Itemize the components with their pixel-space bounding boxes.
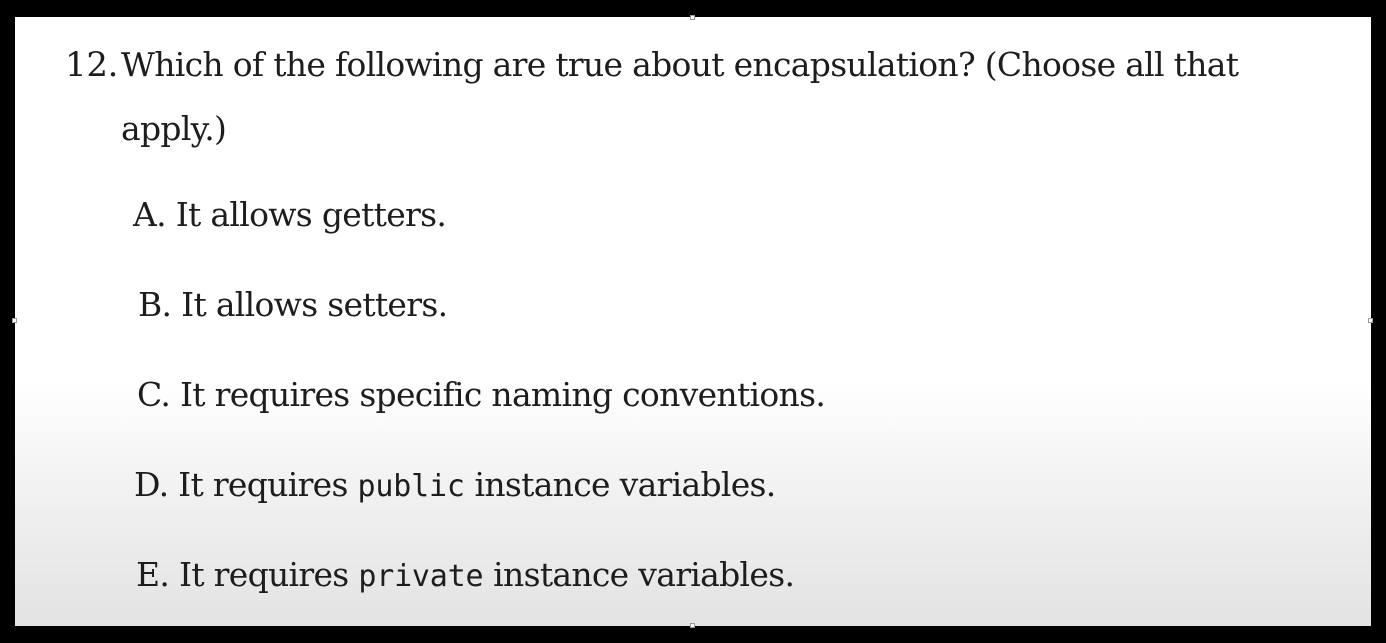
option-b: B. It allows setters. (138, 285, 448, 325)
option-text-after: instance variables. (493, 555, 795, 594)
option-text-after: instance variables. (474, 465, 777, 504)
option-a: A. It allows getters. (133, 195, 447, 235)
option-letter: B. (138, 285, 172, 324)
option-text: It allows setters. (181, 285, 448, 324)
question-text: Which of the following are true about en… (121, 45, 1239, 148)
selection-handle-left[interactable] (12, 318, 17, 323)
option-e: E. It requires private instance variable… (136, 555, 795, 597)
option-code-keyword: private (358, 559, 484, 594)
option-text-before: It requires (178, 555, 349, 594)
option-c: C. It requires specific naming conventio… (137, 375, 826, 415)
option-letter: D. (134, 465, 169, 504)
option-letter: E. (136, 555, 170, 594)
selection-handle-bottom[interactable] (690, 623, 695, 628)
option-d: D. It requires public instance variables… (134, 465, 776, 507)
question-number: 12. (65, 45, 119, 85)
selection-handle-top[interactable] (690, 15, 695, 20)
screen: 12. Which of the following are true abou… (0, 0, 1386, 643)
selection-handle-right[interactable] (1368, 318, 1373, 323)
option-letter: A. (133, 195, 167, 234)
question-card: 12. Which of the following are true abou… (15, 17, 1371, 626)
option-letter: C. (137, 375, 171, 414)
option-text-before: It requires (178, 465, 348, 504)
option-text: It allows getters. (175, 195, 447, 234)
option-text: It requires specific naming conventions. (179, 375, 826, 414)
option-code-keyword: public (357, 469, 465, 504)
